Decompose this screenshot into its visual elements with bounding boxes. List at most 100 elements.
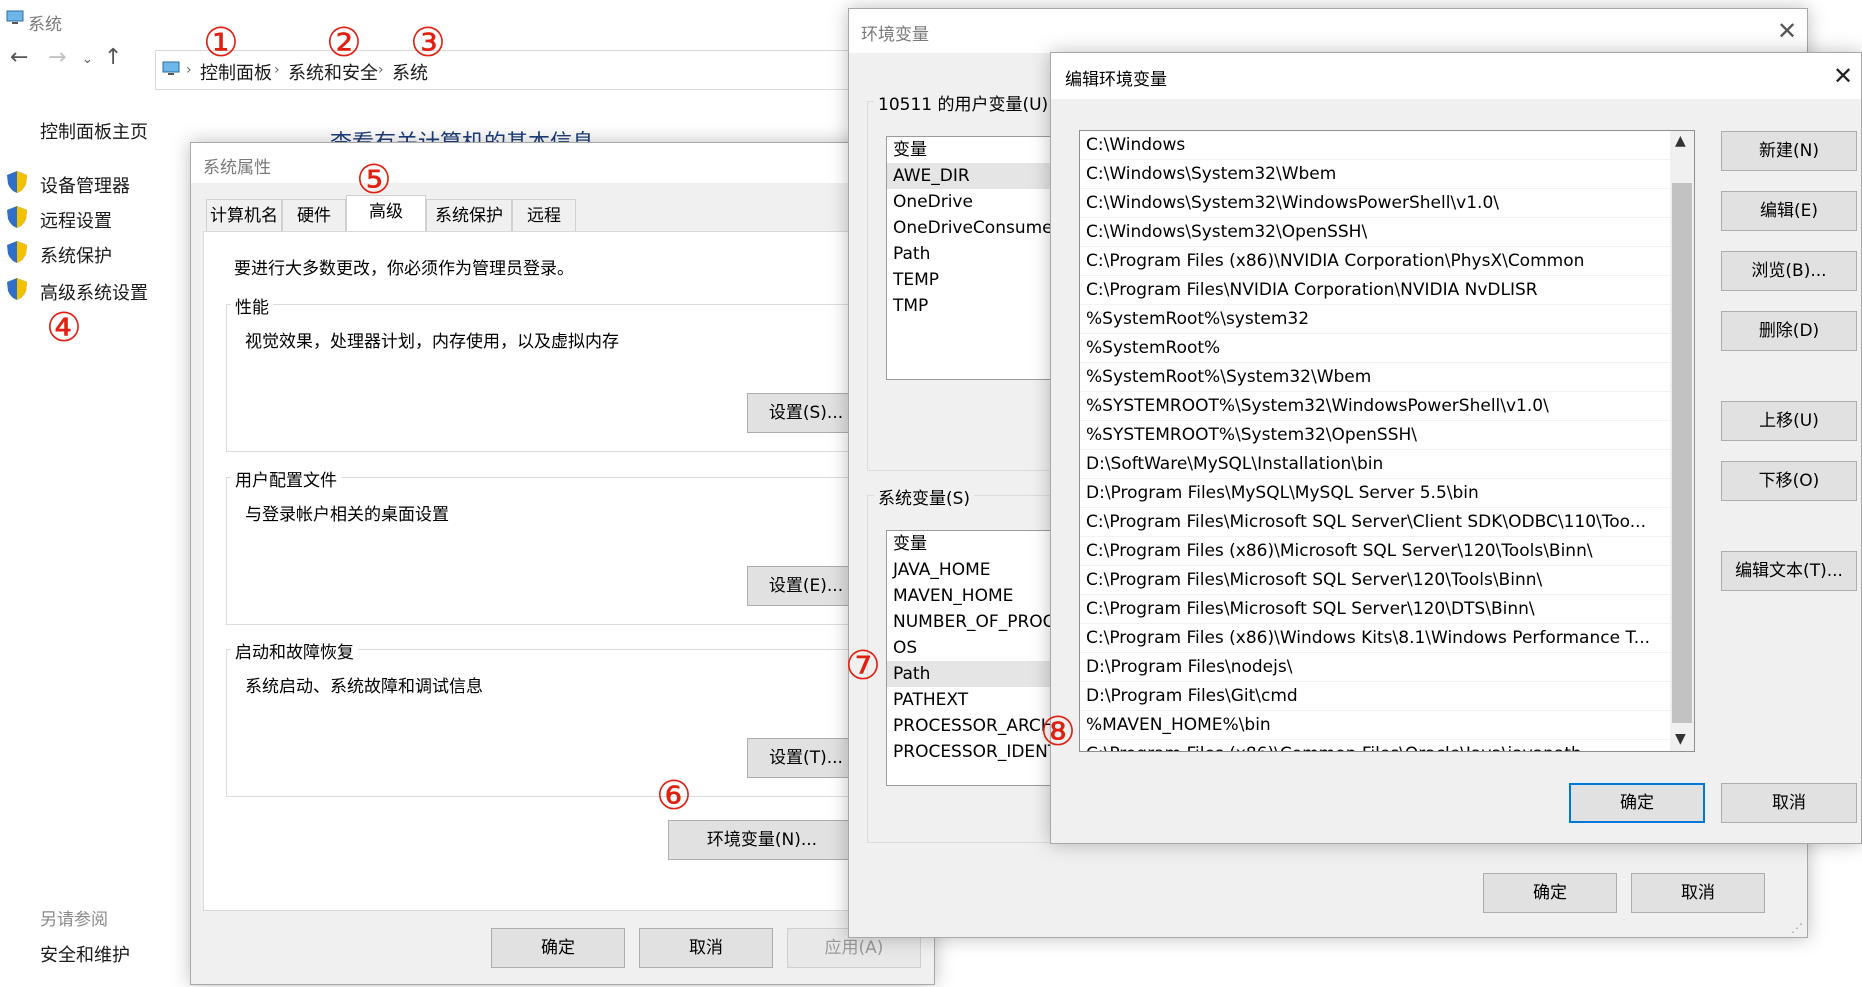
list-item[interactable]: NUMBER_OF_PROCESSORS — [887, 609, 1067, 635]
sidebar-home-link[interactable]: 控制面板主页 — [40, 118, 148, 144]
list-header[interactable]: 变量 — [887, 137, 1067, 163]
sidebar-item-label: 远程设置 — [40, 211, 112, 232]
scrollbar[interactable]: ▲ ▼ — [1670, 131, 1694, 751]
list-item[interactable]: OneDriveConsumer — [887, 215, 1067, 241]
computer-icon — [162, 61, 180, 82]
chevron-down-icon[interactable]: ⌄ — [82, 52, 93, 67]
edit-text-button[interactable]: 编辑文本(T)... — [1721, 551, 1857, 591]
environment-variables-button[interactable]: 环境变量(N)... — [668, 820, 856, 860]
title-bar — [849, 9, 1807, 53]
chevron-right-icon: › — [186, 62, 192, 78]
performance-group: 性能 视觉效果，处理器计划，内存使用，以及虚拟内存 设置(S)... — [226, 293, 926, 452]
tab-remote[interactable]: 远程 — [512, 199, 576, 231]
path-entry[interactable]: D:\Program Files\Git\cmd — [1080, 682, 1670, 711]
forward-arrow-icon[interactable]: → — [48, 45, 66, 70]
path-entry[interactable]: %SYSTEMROOT%\System32\OpenSSH\ — [1080, 421, 1670, 450]
annotation-2: ② — [326, 20, 362, 66]
tab-system-protection[interactable]: 系统保护 — [426, 199, 512, 231]
system-variables-group: 系统变量(S) 变量 JAVA_HOME MAVEN_HOME NUMBER_O… — [867, 484, 1068, 843]
path-entry[interactable]: C:\Program Files\NVIDIA Corporation\NVID… — [1080, 276, 1670, 305]
path-entry[interactable]: C:\Windows\System32\OpenSSH\ — [1080, 218, 1670, 247]
sidebar-item-label: 系统保护 — [40, 246, 112, 267]
path-entry[interactable]: C:\Windows\System32\Wbem — [1080, 160, 1670, 189]
ok-button[interactable]: 确定 — [1483, 873, 1617, 913]
list-item[interactable]: JAVA_HOME — [887, 557, 1067, 583]
path-entry[interactable]: %MAVEN_HOME%\bin — [1080, 711, 1670, 740]
computer-icon — [6, 10, 24, 26]
list-header[interactable]: 变量 — [887, 531, 1067, 557]
path-entry[interactable]: C:\Program Files (x86)\Windows Kits\8.1\… — [1080, 624, 1670, 653]
path-entries-list[interactable]: C:\Windows C:\Windows\System32\Wbem C:\Win… — [1079, 130, 1695, 752]
path-entry[interactable]: %SystemRoot% — [1080, 334, 1670, 363]
browse-button[interactable]: 浏览(B)... — [1721, 251, 1857, 291]
address-bar[interactable]: › 控制面板 › 系统和安全 › 系统 — [155, 50, 855, 90]
ok-button[interactable]: 确定 — [1569, 783, 1705, 823]
group-description: 系统启动、系统故障和调试信息 — [245, 677, 483, 697]
path-entry[interactable]: C:\Program Files\Microsoft SQL Server\12… — [1080, 566, 1670, 595]
move-down-button[interactable]: 下移(O) — [1721, 461, 1857, 501]
see-also-title: 另请参阅 — [40, 910, 108, 930]
annotation-8: ⑧ — [1040, 709, 1076, 755]
path-entry[interactable]: C:\Windows — [1080, 131, 1670, 160]
resize-grip-icon[interactable]: ⋰ — [1791, 921, 1803, 935]
cancel-button[interactable]: 取消 — [1631, 873, 1765, 913]
tab-panel: 要进行大多数更改，你必须作为管理员登录。 性能 视觉效果，处理器计划，内存使用，… — [203, 231, 931, 911]
shield-icon — [6, 277, 28, 301]
edit-button[interactable]: 编辑(E) — [1721, 191, 1857, 231]
see-also-security-maintenance[interactable]: 安全和维护 — [40, 941, 130, 967]
chevron-right-icon: › — [378, 62, 384, 78]
list-item[interactable]: TMP — [887, 293, 1067, 319]
list-item[interactable]: OS — [887, 635, 1067, 661]
annotation-7: ⑦ — [845, 643, 881, 689]
list-item[interactable]: AWE_DIR — [887, 163, 1067, 189]
path-entry[interactable]: C:\Program Files (x86)\Common Files\Orac… — [1080, 740, 1670, 751]
path-entry[interactable]: C:\Program Files (x86)\NVIDIA Corporatio… — [1080, 247, 1670, 276]
annotation-4: ④ — [46, 305, 82, 351]
list-item[interactable]: MAVEN_HOME — [887, 583, 1067, 609]
group-label: 启动和故障恢复 — [231, 638, 358, 663]
title-bar — [1051, 53, 1861, 99]
path-entry[interactable]: %SystemRoot%\system32 — [1080, 305, 1670, 334]
chevron-right-icon: › — [274, 62, 280, 78]
scroll-up-icon[interactable]: ▲ — [1675, 133, 1686, 149]
path-entry[interactable]: C:\Program Files\Microsoft SQL Server\12… — [1080, 595, 1670, 624]
system-properties-dialog: 系统属性 计算机名 硬件 高级 系统保护 远程 要进行大多数更改，你必须作为管理… — [190, 142, 935, 985]
up-arrow-icon[interactable]: ↑ — [104, 45, 122, 70]
delete-button[interactable]: 删除(D) — [1721, 311, 1857, 351]
tab-computer-name[interactable]: 计算机名 — [206, 199, 282, 231]
group-label: 性能 — [231, 293, 273, 318]
scroll-down-icon[interactable]: ▼ — [1675, 731, 1686, 747]
move-up-button[interactable]: 上移(U) — [1721, 401, 1857, 441]
ok-button[interactable]: 确定 — [491, 928, 625, 968]
user-variables-list[interactable]: 变量 AWE_DIR OneDrive OneDriveConsumer Pat… — [886, 136, 1068, 380]
scrollbar-thumb[interactable] — [1672, 183, 1692, 723]
path-entry[interactable]: D:\Program Files\MySQL\MySQL Server 5.5\… — [1080, 479, 1670, 508]
close-icon[interactable]: ✕ — [1833, 62, 1853, 90]
path-entry[interactable]: %SYSTEMROOT%\System32\WindowsPowerShell\… — [1080, 392, 1670, 421]
new-button[interactable]: 新建(N) — [1721, 131, 1857, 171]
shield-icon — [6, 205, 28, 229]
dialog-title: 系统属性 — [203, 158, 271, 178]
tab-hardware[interactable]: 硬件 — [282, 199, 346, 231]
path-entry[interactable]: D:\SoftWare\MySQL\Installation\bin — [1080, 450, 1670, 479]
admin-note: 要进行大多数更改，你必须作为管理员登录。 — [234, 259, 574, 279]
list-item[interactable]: TEMP — [887, 267, 1067, 293]
group-label: 系统变量(S) — [874, 484, 975, 509]
list-item-selected[interactable]: Path — [887, 661, 1067, 687]
cancel-button[interactable]: 取消 — [639, 928, 773, 968]
path-entry[interactable]: C:\Program Files (x86)\Microsoft SQL Ser… — [1080, 537, 1670, 566]
list-item[interactable]: OneDrive — [887, 189, 1067, 215]
list-item[interactable]: Path — [887, 241, 1067, 267]
cancel-button[interactable]: 取消 — [1721, 783, 1857, 823]
user-variables-group: 10511 的用户变量(U) 变量 AWE_DIR OneDrive OneDr… — [867, 90, 1068, 471]
path-entries: C:\Windows C:\Windows\System32\Wbem C:\Win… — [1080, 131, 1670, 751]
group-description: 视觉效果，处理器计划，内存使用，以及虚拟内存 — [245, 332, 619, 352]
sidebar-item-label: 高级系统设置 — [40, 283, 148, 304]
path-entry[interactable]: C:\Windows\System32\WindowsPowerShell\v1… — [1080, 189, 1670, 218]
path-entry[interactable]: %SystemRoot%\System32\Wbem — [1080, 363, 1670, 392]
path-entry[interactable]: C:\Program Files\Microsoft SQL Server\Cl… — [1080, 508, 1670, 537]
path-entry[interactable]: D:\Program Files\nodejs\ — [1080, 653, 1670, 682]
close-icon[interactable]: ✕ — [1777, 17, 1797, 45]
back-arrow-icon[interactable]: ← — [10, 45, 28, 70]
group-label: 10511 的用户变量(U) — [874, 90, 1053, 115]
